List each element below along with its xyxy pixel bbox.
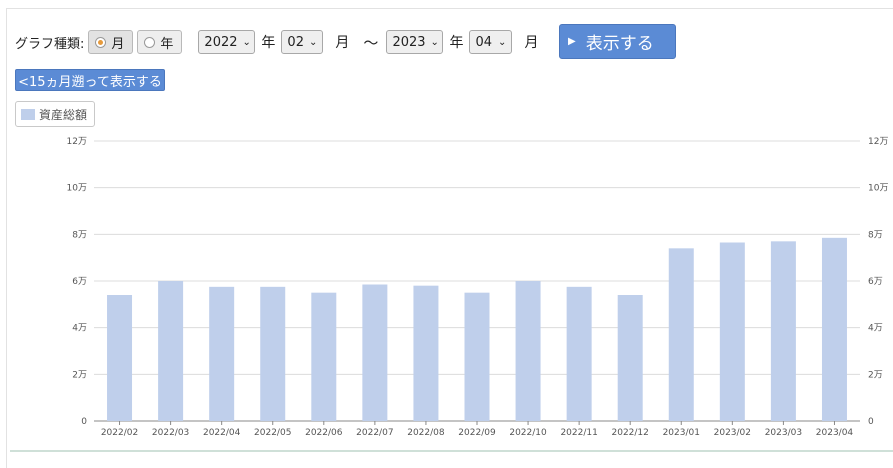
x-tick-label: 2023/01 <box>663 428 700 438</box>
x-tick-label: 2022/10 <box>509 428 547 438</box>
bar[interactable] <box>158 281 184 421</box>
x-tick-label: 2022/12 <box>612 428 649 438</box>
bar[interactable] <box>617 295 643 421</box>
x-tick-label: 2023/02 <box>714 428 751 438</box>
y-tick-label-left: 12万 <box>67 137 87 147</box>
bar[interactable] <box>464 292 490 421</box>
x-tick-label: 2022/11 <box>560 428 597 438</box>
y-tick-label-right: 12万 <box>868 137 888 147</box>
x-tick-label: 2022/05 <box>254 428 291 438</box>
y-tick-label-right: 0 <box>868 417 874 427</box>
y-tick-label-left: 10万 <box>67 184 87 194</box>
y-tick-label-left: 8万 <box>72 230 87 240</box>
y-tick-label-right: 6万 <box>868 277 883 287</box>
y-tick-label-left: 6万 <box>72 277 87 287</box>
bar[interactable] <box>260 286 286 421</box>
bar[interactable] <box>668 248 694 421</box>
bar[interactable] <box>209 286 235 421</box>
x-tick-label: 2022/06 <box>305 428 343 438</box>
x-tick-label: 2022/08 <box>407 428 445 438</box>
bar[interactable] <box>821 237 847 421</box>
y-tick-label-left: 2万 <box>72 370 87 380</box>
y-tick-label-right: 8万 <box>868 230 883 240</box>
y-tick-label-right: 10万 <box>868 184 888 194</box>
y-tick-label-right: 2万 <box>868 370 883 380</box>
bar[interactable] <box>770 241 796 421</box>
y-tick-label-right: 4万 <box>868 324 883 334</box>
bar[interactable] <box>413 285 439 421</box>
bar[interactable] <box>311 292 337 421</box>
bar[interactable] <box>566 286 592 421</box>
x-tick-label: 2022/09 <box>458 428 496 438</box>
x-tick-label: 2022/02 <box>101 428 138 438</box>
bar[interactable] <box>719 242 745 422</box>
x-tick-label: 2022/03 <box>152 428 189 438</box>
y-tick-label-left: 4万 <box>72 324 87 334</box>
x-tick-label: 2023/04 <box>816 428 854 438</box>
bar[interactable] <box>515 281 541 421</box>
x-tick-label: 2022/04 <box>203 428 241 438</box>
bar[interactable] <box>107 295 133 421</box>
bar[interactable] <box>362 284 388 422</box>
y-tick-label-left: 0 <box>81 417 87 427</box>
x-tick-label: 2022/07 <box>356 428 393 438</box>
bar-chart: 0 0 2万 2万 4万 4万 6万 6万 8万 8万 10万 10万 12万 12万 2022/02 202… <box>10 137 893 452</box>
x-tick-label: 2023/03 <box>765 428 802 438</box>
